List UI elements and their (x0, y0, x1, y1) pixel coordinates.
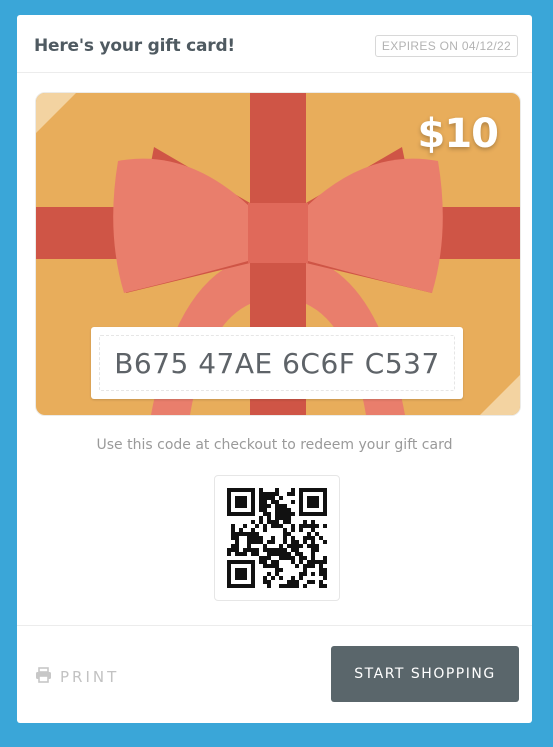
qr-code (227, 488, 327, 588)
start-shopping-button[interactable]: START SHOPPING (331, 646, 519, 702)
footer-divider (17, 625, 532, 626)
panel-header: Here's your gift card! EXPIRES ON 04/12/… (17, 15, 532, 73)
print-button[interactable]: PRINT (35, 667, 119, 687)
redeem-instruction: Use this code at checkout to redeem your… (96, 437, 453, 453)
printer-icon (35, 667, 52, 687)
print-label: PRINT (60, 668, 120, 686)
gift-code-frame: B675 47AE 6C6F C537 (99, 335, 455, 391)
page-title: Here's your gift card! (34, 36, 235, 56)
gift-card-image: $10 B675 47AE 6C6F C537 (35, 92, 521, 416)
gift-code[interactable]: B675 47AE 6C6F C537 (114, 347, 440, 380)
qr-code-box (214, 475, 340, 601)
expiry-badge: EXPIRES ON 04/12/22 (374, 35, 518, 57)
gift-amount: $10 (417, 111, 499, 157)
gift-card-panel: Here's your gift card! EXPIRES ON 04/12/… (17, 15, 532, 723)
gift-code-box[interactable]: B675 47AE 6C6F C537 (91, 327, 463, 399)
